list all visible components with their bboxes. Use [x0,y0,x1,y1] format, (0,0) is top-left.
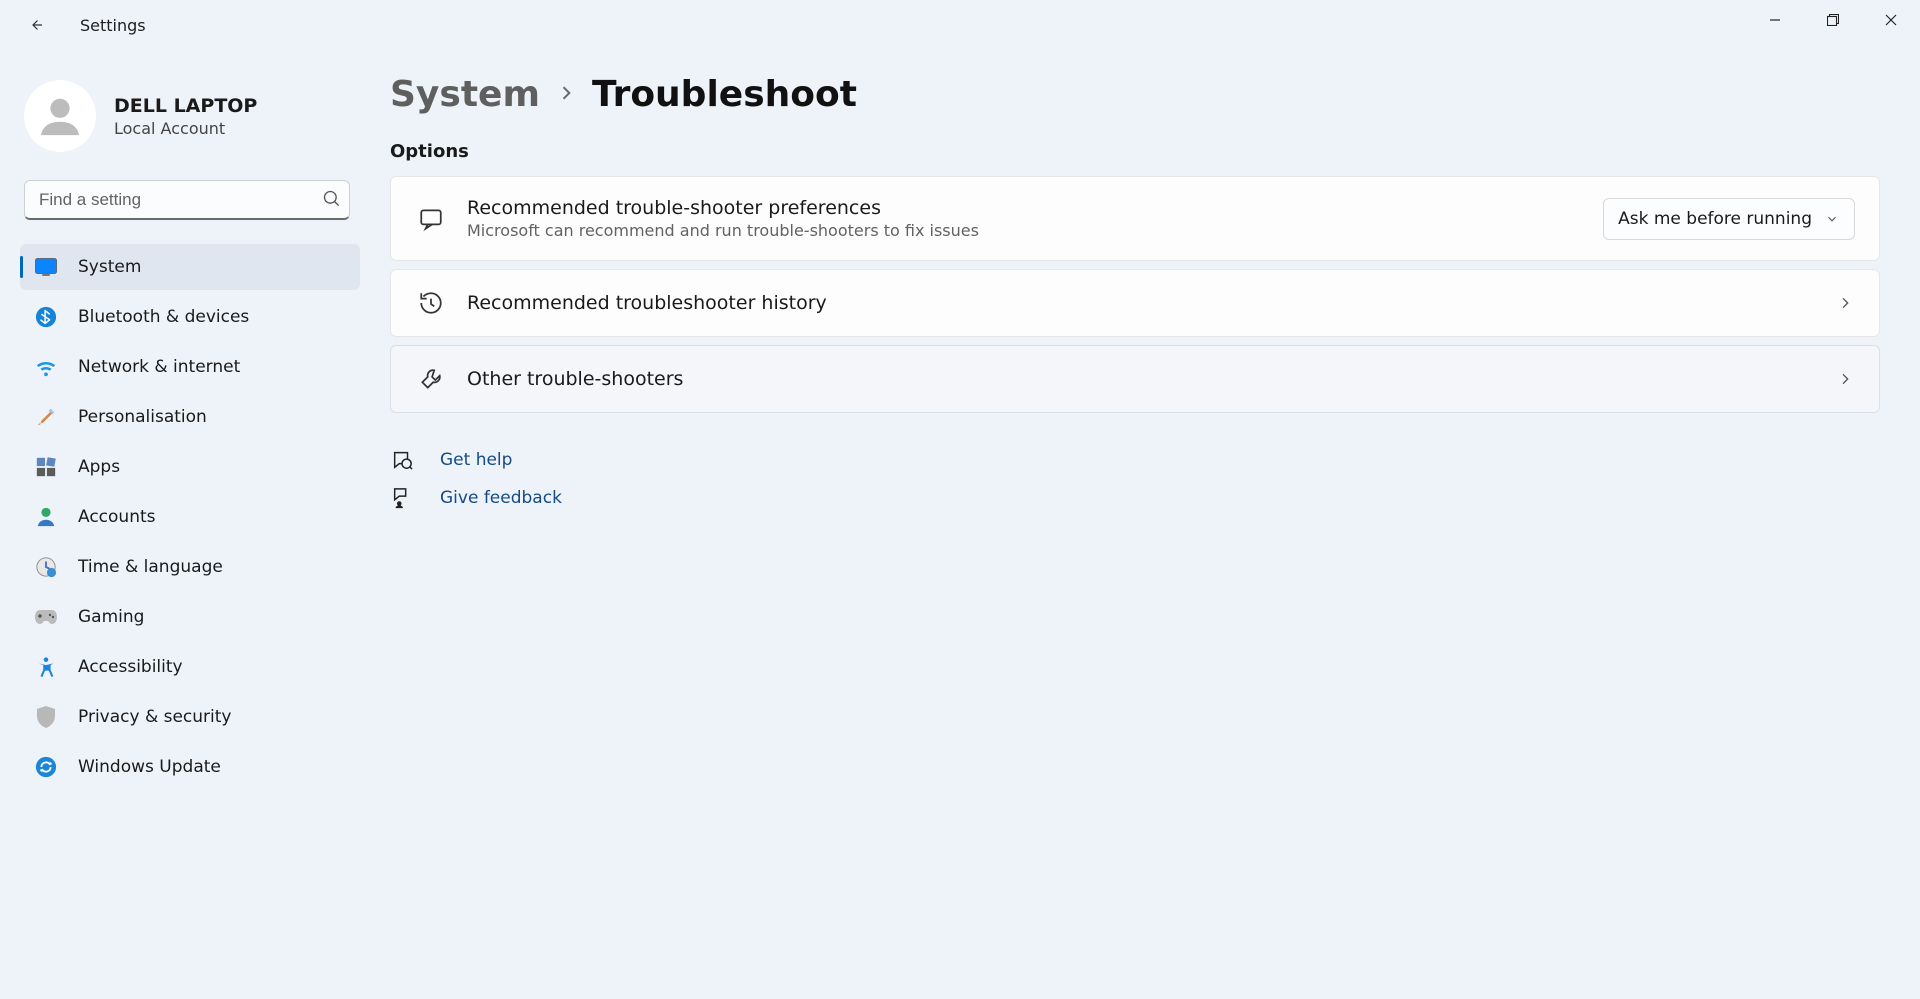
search-wrap [24,180,362,220]
user-account-block[interactable]: DELL LAPTOP Local Account [20,70,366,174]
nav: System Bluetooth & devices Network & int… [20,244,366,790]
card-other-troubleshooters[interactable]: Other trouble-shooters [390,345,1880,413]
nav-label: Windows Update [78,757,221,777]
account-icon [34,505,58,529]
card-title: Other trouble-shooters [467,368,1835,390]
card-subtitle: Microsoft can recommend and run trouble-… [467,221,1603,240]
nav-label: Accessibility [78,657,183,677]
help-links: Get help Give feedback [390,449,1880,509]
person-icon [37,93,83,139]
minimize-icon [1769,14,1781,26]
nav-label: Accounts [78,507,156,527]
nav-item-time-language[interactable]: Time & language [20,544,360,590]
nav-label: Personalisation [78,407,207,427]
accessibility-icon [34,655,58,679]
gamepad-icon [34,605,58,629]
history-icon [415,290,447,316]
paintbrush-icon [34,405,58,429]
feedback-icon [390,487,414,509]
user-name: DELL LAPTOP [114,95,257,117]
chevron-right-icon [556,83,576,107]
wrench-icon [415,366,447,392]
nav-item-windows-update[interactable]: Windows Update [20,744,360,790]
nav-label: Apps [78,457,120,477]
search-icon [322,189,342,213]
card-title: Recommended trouble-shooter preferences [467,197,1603,219]
nav-label: Time & language [78,557,223,577]
card-preferences[interactable]: Recommended trouble-shooter preferences … [390,176,1880,261]
chevron-right-icon [1835,371,1855,387]
nav-item-personalisation[interactable]: Personalisation [20,394,360,440]
maximize-button[interactable] [1804,0,1862,40]
nav-item-accounts[interactable]: Accounts [20,494,360,540]
sidebar: DELL LAPTOP Local Account System Bluet [0,50,370,999]
apps-icon [34,455,58,479]
chevron-down-icon [1824,211,1840,227]
nav-item-privacy[interactable]: Privacy & security [20,694,360,740]
nav-item-system[interactable]: System [20,244,360,290]
window-title: Settings [80,16,146,35]
bluetooth-icon [34,305,58,329]
card-history[interactable]: Recommended troubleshooter history [390,269,1880,337]
dropdown-value: Ask me before running [1618,209,1812,229]
window-controls [1746,0,1920,40]
maximize-icon [1827,14,1839,26]
avatar [24,80,96,152]
nav-item-apps[interactable]: Apps [20,444,360,490]
chat-icon [415,206,447,232]
content: System Troubleshoot Options Recommended … [370,50,1920,999]
card-title: Recommended troubleshooter history [467,292,1835,314]
back-arrow-icon [27,16,45,34]
nav-label: System [78,257,141,277]
close-icon [1885,14,1897,26]
nav-label: Network & internet [78,357,240,377]
nav-item-bluetooth[interactable]: Bluetooth & devices [20,294,360,340]
section-heading: Options [390,141,1880,162]
display-icon [34,255,58,279]
update-icon [34,755,58,779]
nav-item-accessibility[interactable]: Accessibility [20,644,360,690]
shield-icon [34,705,58,729]
help-icon [390,449,414,471]
nav-item-gaming[interactable]: Gaming [20,594,360,640]
titlebar: Settings [0,0,1920,50]
nav-label: Privacy & security [78,707,232,727]
nav-label: Gaming [78,607,144,627]
search-input[interactable] [24,180,350,220]
give-feedback-link[interactable]: Give feedback [440,488,562,508]
chevron-right-icon [1835,295,1855,311]
preferences-dropdown[interactable]: Ask me before running [1603,198,1855,240]
breadcrumb-parent[interactable]: System [390,74,540,115]
breadcrumb-current: Troubleshoot [592,74,857,115]
get-help-link[interactable]: Get help [440,450,512,470]
breadcrumb: System Troubleshoot [390,74,1880,115]
nav-label: Bluetooth & devices [78,307,249,327]
minimize-button[interactable] [1746,0,1804,40]
back-button[interactable] [22,11,50,39]
user-subtitle: Local Account [114,119,257,138]
nav-item-network[interactable]: Network & internet [20,344,360,390]
wifi-icon [34,355,58,379]
clock-globe-icon [34,555,58,579]
close-button[interactable] [1862,0,1920,40]
